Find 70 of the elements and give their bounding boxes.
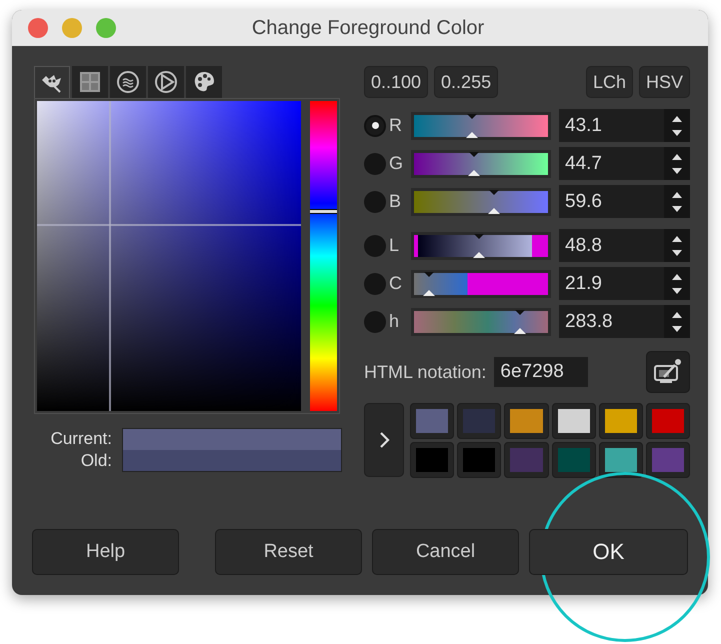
history-swatch[interactable] (646, 403, 690, 439)
model-button[interactable]: LCh (586, 66, 633, 98)
history-swatch[interactable] (552, 403, 596, 439)
slider-marker[interactable] (464, 114, 479, 138)
value-spinbox[interactable]: 48.8 (559, 229, 690, 262)
value-spinbox[interactable]: 44.7 (559, 147, 690, 180)
grid-icon (79, 71, 101, 93)
radio-button[interactable] (364, 190, 386, 212)
hue-strip[interactable] (310, 101, 337, 411)
range-button[interactable]: 0..100 (364, 66, 428, 98)
history-toggle-button[interactable] (364, 403, 404, 477)
channel-slider[interactable] (411, 270, 551, 298)
value-spinbox[interactable]: 283.8 (559, 305, 690, 338)
dialog-button[interactable]: Reset (215, 529, 362, 575)
radio-button[interactable] (364, 310, 386, 332)
channel-label: L (388, 235, 400, 256)
dialog-button[interactable]: OK (529, 529, 688, 575)
channel-label: h (388, 311, 400, 332)
channel-slider[interactable] (411, 308, 551, 336)
history-swatch[interactable] (410, 442, 454, 478)
channel-label: R (388, 115, 403, 136)
eyedropper-icon (653, 358, 683, 386)
history-swatch[interactable] (504, 442, 548, 478)
selector-tab[interactable] (186, 66, 222, 98)
history-swatch[interactable] (552, 442, 596, 478)
watercolor-icon (116, 70, 140, 94)
color-field[interactable] (37, 101, 301, 411)
slider-marker[interactable] (422, 272, 436, 296)
color-picker-button[interactable] (646, 351, 690, 393)
radio-button[interactable] (364, 234, 386, 256)
channel-slider[interactable] (411, 232, 551, 260)
dialog-button[interactable]: Help (32, 529, 180, 575)
radio-button[interactable] (364, 114, 386, 136)
radio-button[interactable] (364, 272, 386, 294)
value-spinbox[interactable]: 21.9 (559, 267, 690, 300)
hex-input-field[interactable]: 6e7298 (494, 357, 588, 387)
channel-label: G (388, 153, 404, 174)
dialog-button[interactable]: Cancel (372, 529, 520, 575)
channel-slider[interactable] (411, 112, 551, 140)
model-button[interactable]: HSV (638, 66, 690, 98)
history-swatch[interactable] (457, 403, 502, 439)
selector-tab[interactable] (110, 66, 146, 98)
value-spinbox[interactable]: 59.6 (559, 185, 690, 218)
channel-slider[interactable] (411, 188, 551, 216)
selector-tab[interactable] (148, 66, 184, 98)
window-title: Change Foreground Color (250, 16, 486, 40)
chevron-right-icon (378, 431, 390, 449)
html-notation-label: HTML notation: (364, 362, 486, 382)
channel-label: B (388, 191, 402, 212)
history-swatch[interactable] (598, 442, 643, 478)
radio-button[interactable] (364, 152, 386, 174)
history-swatch[interactable] (457, 442, 502, 478)
selector-tab[interactable] (34, 66, 70, 98)
slider-marker[interactable] (512, 310, 527, 334)
history-swatch[interactable] (646, 442, 690, 478)
slider-marker[interactable] (486, 190, 501, 214)
close-button[interactable] (28, 18, 48, 38)
history-swatch[interactable] (410, 403, 454, 439)
channel-label: C (388, 273, 403, 294)
range-button[interactable]: 0..255 (434, 66, 498, 98)
selector-tab[interactable] (72, 66, 108, 98)
slider-marker[interactable] (466, 152, 481, 176)
slider-marker[interactable] (472, 234, 486, 258)
history-swatch[interactable] (504, 403, 548, 439)
swatch-label: Current: (50, 428, 112, 450)
value-spinbox[interactable]: 43.1 (559, 109, 690, 142)
channel-slider[interactable] (411, 150, 551, 178)
swatch-label: Old: (80, 450, 112, 472)
palette-icon (192, 70, 216, 94)
history-swatch[interactable] (598, 403, 643, 439)
